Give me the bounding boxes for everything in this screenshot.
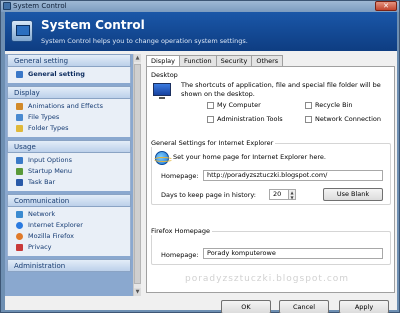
privacy-icon (16, 244, 23, 251)
checkbox-network-connection[interactable]: Network Connection (305, 115, 381, 123)
days-history-input[interactable]: 20 (269, 189, 289, 200)
monitor-icon (153, 83, 171, 99)
cancel-button[interactable]: Cancel (279, 300, 329, 313)
scroll-up-icon[interactable]: ▲ (134, 54, 141, 62)
file-types-icon (16, 114, 23, 121)
window-title: System Control (13, 2, 67, 10)
days-spinner-icon[interactable]: ▲ ▼ (289, 189, 296, 200)
group-communication: Communication Network Internet Explorer … (7, 194, 131, 256)
group-general-setting: General setting General setting (7, 54, 131, 83)
animations-icon (16, 103, 23, 110)
ie-homepage-input[interactable]: http://poradyzsztuczki.blogspot.com/ (203, 170, 383, 181)
ok-button[interactable]: OK (221, 300, 271, 313)
checkbox-label: Network Connection (315, 115, 381, 123)
firefox-homepage-input[interactable]: Porady komputerowe (203, 248, 383, 259)
apply-button[interactable]: Apply (339, 300, 389, 313)
use-blank-button[interactable]: Use Blank (323, 188, 383, 201)
sidebar-item-file-types[interactable]: File Types (8, 112, 130, 123)
checkbox-label: Recycle Bin (315, 101, 353, 109)
sidebar-item-firefox[interactable]: Mozilla Firefox (8, 231, 130, 242)
banner-title: System Control (41, 18, 145, 32)
sidebar-item-label: Folder Types (28, 124, 69, 132)
general-setting-icon (16, 71, 23, 78)
tab-panel-display: Desktop The shortcuts of application, fi… (146, 66, 395, 293)
client-area: System Control System Control helps you … (5, 12, 397, 313)
sidebar-item-label: Animations and Effects (28, 102, 103, 110)
tab-security[interactable]: Security (215, 55, 253, 66)
sidebar-item-animations[interactable]: Animations and Effects (8, 101, 130, 112)
header-banner: System Control System Control helps you … (5, 12, 397, 51)
input-options-icon (16, 157, 23, 164)
tab-strip: Display Function Security Others (146, 55, 284, 67)
sidebar-item-label: Task Bar (28, 178, 56, 186)
scroll-down-icon[interactable]: ▼ (134, 288, 141, 296)
sidebar-item-label: Mozilla Firefox (28, 232, 74, 240)
task-bar-icon (16, 179, 23, 186)
scrollbar-thumb[interactable] (134, 64, 141, 284)
sidebar-item-general-setting[interactable]: General setting (8, 69, 130, 80)
watermark: poradyzsztuczki.blogspot.com (185, 274, 350, 284)
banner-subtitle: System Control helps you to change opera… (41, 37, 248, 45)
network-icon (16, 211, 23, 218)
ie-homepage-label: Homepage: (161, 172, 199, 180)
checkbox-label: Administration Tools (217, 115, 283, 123)
group-display: Display Animations and Effects File Type… (7, 86, 131, 137)
group-usage: Usage Input Options Startup Menu Task Ba… (7, 140, 131, 191)
checkbox-box[interactable] (207, 115, 214, 123)
folder-types-icon (16, 125, 23, 132)
system-control-icon (11, 20, 33, 42)
main-window: System Control ✕ System Control System C… (0, 0, 400, 313)
firefox-section-title: Firefox Homepage (151, 227, 213, 235)
group-header-communication[interactable]: Communication (7, 194, 131, 207)
sidebar-item-folder-types[interactable]: Folder Types (8, 123, 130, 134)
sidebar-item-privacy[interactable]: Privacy (8, 242, 130, 253)
checkbox-recycle-bin[interactable]: Recycle Bin (305, 101, 352, 109)
checkbox-box[interactable] (305, 115, 312, 123)
sidebar: General setting General setting Display … (5, 54, 133, 296)
sidebar-item-label: Input Options (28, 156, 72, 164)
sidebar-item-task-bar[interactable]: Task Bar (8, 177, 130, 188)
sidebar-item-internet-explorer[interactable]: Internet Explorer (8, 220, 130, 231)
sidebar-item-startup-menu[interactable]: Startup Menu (8, 166, 130, 177)
internet-explorer-icon (153, 151, 173, 165)
sidebar-item-label: Privacy (28, 243, 52, 251)
checkbox-box[interactable] (207, 101, 214, 109)
tab-others[interactable]: Others (251, 55, 284, 66)
sidebar-item-label: Network (28, 210, 56, 218)
firefox-homepage-label: Homepage: (161, 251, 199, 259)
sidebar-item-network[interactable]: Network (8, 209, 130, 220)
app-icon (3, 2, 11, 10)
firefox-icon (16, 233, 23, 240)
sidebar-item-label: General setting (28, 70, 85, 78)
sidebar-scrollbar[interactable]: ▲ ▼ (133, 54, 141, 296)
close-button[interactable]: ✕ (375, 1, 397, 11)
ie-description: Set your home page for Internet Explorer… (173, 153, 326, 161)
group-header-usage[interactable]: Usage (7, 140, 131, 153)
days-history-label: Days to keep page in history: (161, 191, 256, 199)
startup-menu-icon (16, 168, 23, 175)
tab-function[interactable]: Function (178, 55, 217, 66)
desktop-section-title: Desktop (151, 71, 178, 79)
checkbox-administration-tools[interactable]: Administration Tools (207, 115, 283, 123)
group-administration: Administration (7, 259, 131, 272)
group-header-display[interactable]: Display (7, 86, 131, 99)
checkbox-my-computer[interactable]: My Computer (207, 101, 261, 109)
sidebar-item-label: Internet Explorer (28, 221, 83, 229)
sidebar-item-label: File Types (28, 113, 60, 121)
title-bar[interactable]: System Control ✕ (1, 1, 399, 12)
sidebar-item-label: Startup Menu (28, 167, 73, 175)
checkbox-label: My Computer (217, 101, 261, 109)
ie-section-title: General Settings for Internet Explorer (151, 139, 276, 147)
internet-explorer-icon (16, 222, 23, 229)
sidebar-item-input-options[interactable]: Input Options (8, 155, 130, 166)
checkbox-box[interactable] (305, 101, 312, 109)
desktop-description: The shortcuts of application, file and s… (181, 81, 381, 98)
group-header-general-setting[interactable]: General setting (7, 54, 131, 67)
group-header-administration[interactable]: Administration (7, 259, 131, 272)
